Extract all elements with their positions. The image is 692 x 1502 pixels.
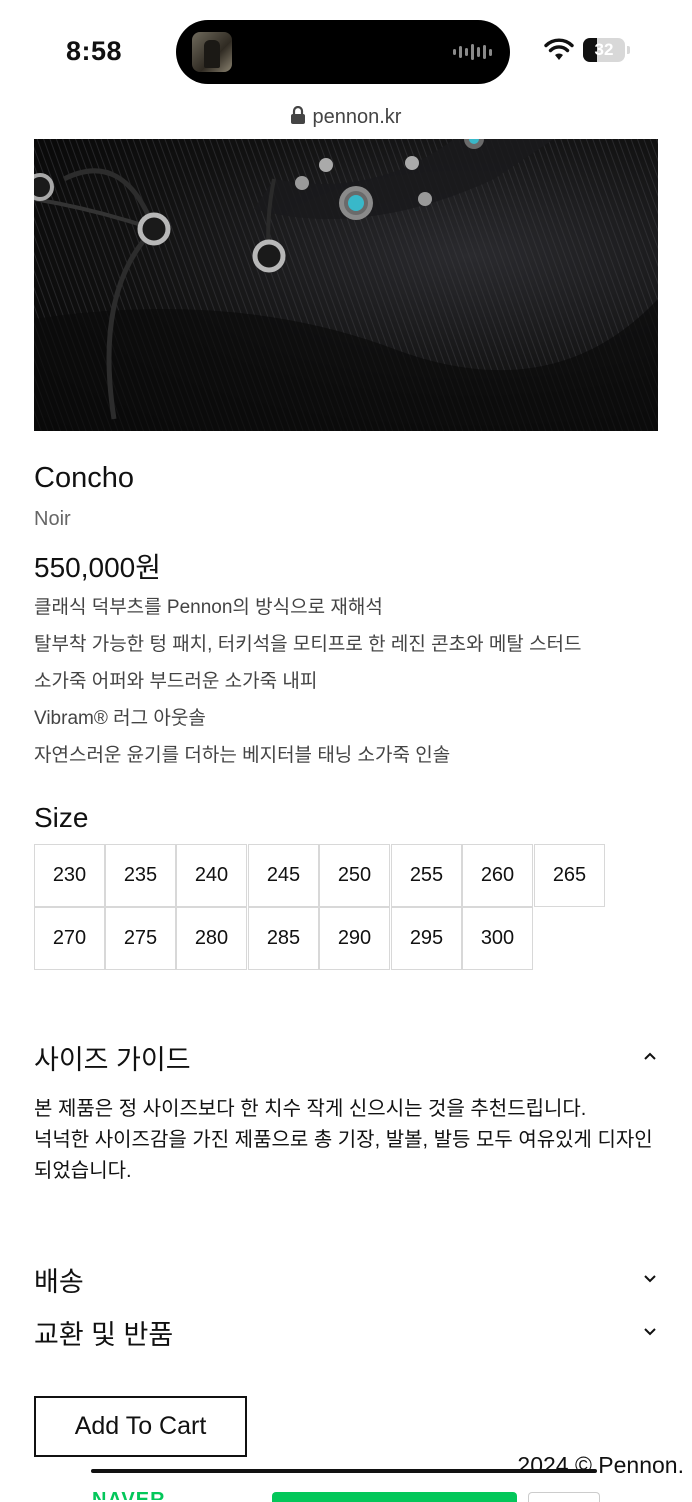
shipping-title: 배송 [34,1267,84,1297]
dynamic-island[interactable] [176,20,510,84]
size-guide-line: 본 제품은 정 사이즈보다 한 치수 작게 신으시는 것을 추천드립니다. [34,1098,587,1120]
size-option[interactable]: 240 [176,844,247,907]
size-option[interactable]: 295 [391,907,462,970]
battery-icon: 32 [583,38,625,62]
size-option[interactable]: 255 [391,844,462,907]
lock-icon [290,106,305,124]
size-option[interactable]: 260 [462,844,533,907]
size-option[interactable]: 245 [248,844,319,907]
size-option[interactable]: 280 [176,907,247,970]
copyright-text: 2024 © Pennon. [517,1452,684,1478]
size-option[interactable]: 290 [319,907,390,970]
size-guide-body: 본 제품은 정 사이즈보다 한 치수 작게 신으시는 것을 추천드립니다. 넉넉… [34,1094,658,1187]
address-bar[interactable]: pennon.kr [0,106,692,129]
feature-item: 자연스러운 윤기를 더하는 베지터블 태닝 소가죽 인솔 [34,745,451,766]
shipping-toggle[interactable]: 배송 [34,1260,658,1300]
size-option[interactable]: 270 [34,907,105,970]
wifi-icon [544,38,574,60]
status-time: 8:58 [66,36,123,66]
size-option[interactable]: 235 [105,844,176,907]
naver-logo: NAVER [92,1490,166,1500]
feature-item: 소가죽 어퍼와 부드러운 소가죽 내피 [34,671,318,692]
size-option[interactable]: 300 [462,907,533,970]
size-option[interactable]: 230 [34,844,105,907]
size-title: Size [34,802,89,833]
naver-pay-button[interactable] [272,1492,517,1502]
chevron-down-icon [644,1275,656,1283]
product-color: Noir [34,508,71,530]
size-option[interactable]: 285 [248,907,319,970]
feature-item: Vibram® 러그 아웃솔 [34,708,206,729]
boot-closeup-illustration [34,139,658,431]
audio-waveform-icon [453,42,492,62]
size-guide-line: 넉넉한 사이즈감을 가진 제품으로 총 기장, 발볼, 발등 모두 여유있게 디… [34,1129,653,1182]
chevron-down-icon [644,1328,656,1336]
size-guide-title: 사이즈 가이드 [34,1045,191,1075]
feature-item: 클래식 덕부츠를 Pennon의 방식으로 재해석 [34,597,383,618]
battery-tip [627,46,630,54]
battery-level: 32 [594,40,614,59]
add-to-cart-button[interactable]: Add To Cart [34,1396,247,1457]
now-playing-thumbnail [192,32,232,72]
size-guide-toggle[interactable]: 사이즈 가이드 [34,1038,658,1078]
returns-toggle[interactable]: 교환 및 반품 [34,1313,658,1353]
feature-list: 클래식 덕부츠를 Pennon의 방식으로 재해석 탈부착 가능한 텅 패치, … [34,596,582,781]
status-bar: 8:58 32 [0,0,692,100]
product-image[interactable] [34,139,658,431]
chevron-up-icon [644,1052,656,1060]
product-price: 550,000원 [34,552,161,583]
url-text: pennon.kr [312,106,402,128]
size-option[interactable]: 275 [105,907,176,970]
feature-item: 탈부착 가능한 텅 패치, 터키석을 모티프로 한 레진 콘초와 메탈 스터드 [34,634,582,655]
home-indicator[interactable] [91,1469,597,1473]
naver-wishlist-button[interactable] [528,1492,600,1502]
product-name: Concho [34,462,134,494]
size-option[interactable]: 250 [319,844,390,907]
size-option[interactable]: 265 [534,844,605,907]
returns-title: 교환 및 반품 [34,1320,174,1350]
